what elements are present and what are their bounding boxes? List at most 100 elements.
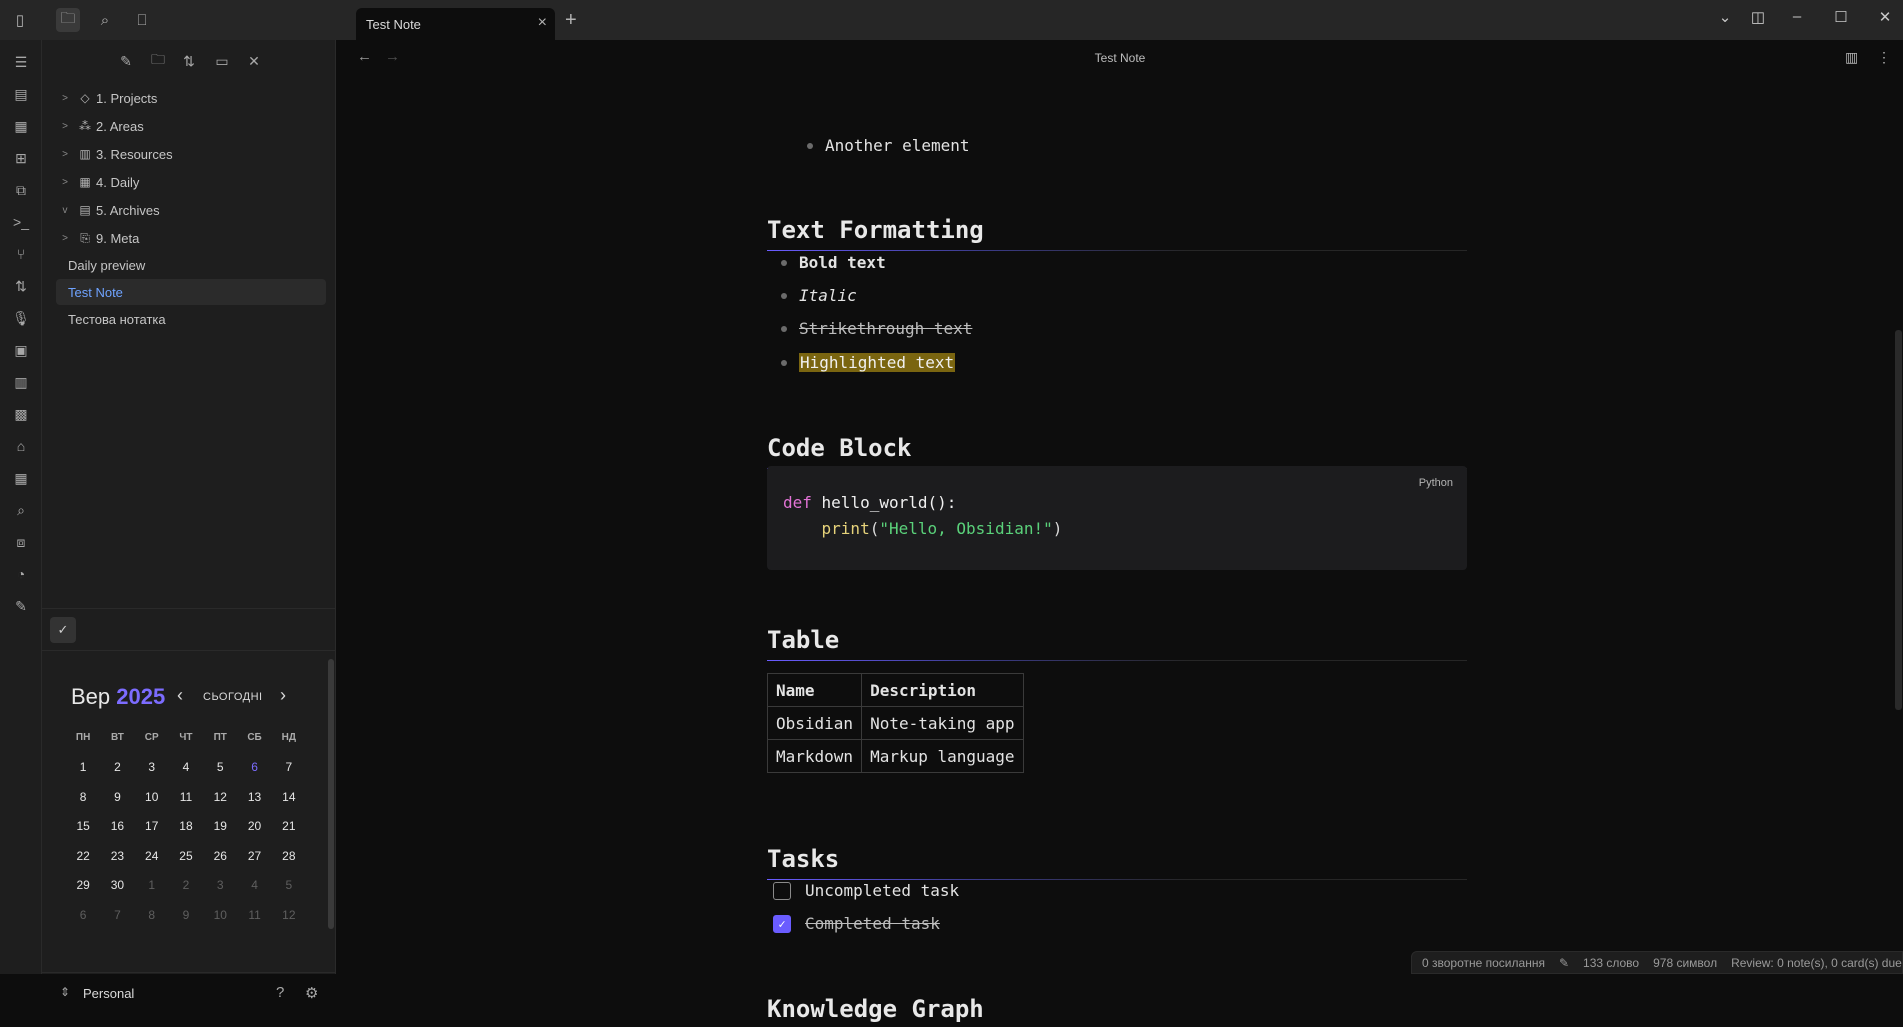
folder-resources[interactable]: > ▥ 3. Resources [56, 142, 326, 166]
calendar-day[interactable]: 14 [272, 790, 306, 804]
calendar-day[interactable]: 5 [272, 878, 306, 892]
graph-icon[interactable]: ⑂ [9, 242, 33, 266]
tools-icon[interactable]: ✎ [9, 594, 33, 618]
calendar-day[interactable]: 20 [237, 819, 271, 833]
terminal-icon[interactable]: >_ [9, 210, 33, 234]
calendar-day[interactable]: 27 [237, 849, 271, 863]
reading-view-icon[interactable]: ▥ [1845, 49, 1858, 66]
new-note-icon[interactable]: ✎ [115, 50, 137, 72]
vault-name[interactable]: Personal [83, 986, 134, 1001]
calendar-check-icon[interactable]: ✓ [50, 617, 76, 643]
calendar-day[interactable]: 8 [135, 908, 169, 922]
calendar-day[interactable]: 4 [237, 878, 271, 892]
new-folder-icon[interactable]: 🗀 [147, 50, 169, 72]
calendar-day[interactable]: 17 [135, 819, 169, 833]
calendar-day[interactable]: 9 [100, 790, 134, 804]
calendar-day[interactable]: 6 [237, 760, 271, 774]
calendar-day[interactable]: 7 [100, 908, 134, 922]
calendar-day[interactable]: 26 [203, 849, 237, 863]
calendar-day[interactable]: 13 [237, 790, 271, 804]
sidebar-toggle-icon[interactable]: ▯ [8, 8, 32, 32]
today-button[interactable]: СЬОГОДНІ [203, 691, 263, 703]
dashboard-icon[interactable]: ☰ [9, 50, 33, 74]
grid-icon[interactable]: ⊞ [9, 146, 33, 170]
home-icon[interactable]: ⌂ [9, 434, 33, 458]
review-status[interactable]: Review: 0 note(s), 0 card(s) due [1731, 956, 1902, 970]
editor-scrollbar[interactable] [1895, 330, 1902, 710]
new-tab-icon[interactable]: + [565, 9, 577, 32]
tab-test-note[interactable]: Test Note × [356, 8, 555, 40]
book-icon[interactable]: ▥ [9, 370, 33, 394]
close-icon[interactable]: × [538, 14, 547, 32]
calendar-day[interactable]: 30 [100, 878, 134, 892]
sort-icon[interactable]: ⇅ [178, 50, 200, 72]
bookmark-icon[interactable]: ⎕ [130, 8, 154, 32]
calendar-day[interactable]: 22 [66, 849, 100, 863]
collapse-all-icon[interactable]: ✕ [243, 50, 265, 72]
calendar-day[interactable]: 10 [203, 908, 237, 922]
sort-icon[interactable]: ⇅ [9, 274, 33, 298]
calendar-day[interactable]: 8 [66, 790, 100, 804]
chevron-right-icon[interactable]: › [280, 685, 286, 706]
calendar-day[interactable]: 12 [203, 790, 237, 804]
calendar-day[interactable]: 1 [135, 878, 169, 892]
calendar-day[interactable]: 21 [272, 819, 306, 833]
file-test-note-ua[interactable]: Тестова нотатка [56, 306, 326, 332]
flashcards-icon[interactable]: ▩ [9, 402, 33, 426]
edit-pencil-icon[interactable]: ✎ [1559, 956, 1569, 970]
task-checkbox-checked[interactable]: ✓ [773, 914, 791, 933]
calendar-day[interactable]: 23 [100, 849, 134, 863]
calendar-day[interactable]: 29 [66, 878, 100, 892]
calendar-day[interactable]: 4 [169, 760, 203, 774]
note-title[interactable]: Test Note [337, 51, 1903, 65]
calendar-day[interactable]: 7 [272, 760, 306, 774]
calendar-day[interactable]: 9 [169, 908, 203, 922]
calendar-day[interactable]: 28 [272, 849, 306, 863]
gallery-icon[interactable]: ⧈ [9, 530, 33, 554]
help-icon[interactable]: ? [276, 984, 284, 1001]
calendar-day[interactable]: 18 [169, 819, 203, 833]
calendar-day[interactable]: 19 [203, 819, 237, 833]
search-icon[interactable]: ⌕ [9, 498, 33, 522]
calendar-day[interactable]: 16 [100, 819, 134, 833]
calendar-day[interactable]: 1 [66, 760, 100, 774]
calendar-day[interactable]: 15 [66, 819, 100, 833]
search-icon[interactable]: ⌕ [93, 8, 117, 32]
calendar-day[interactable]: 12 [272, 908, 306, 922]
folder-meta[interactable]: > ⎘ 9. Meta [56, 226, 326, 250]
microphone-icon[interactable]: 🎙 [9, 306, 33, 330]
code-block[interactable]: Python def hello_world(): print("Hello, … [767, 466, 1467, 570]
calendar-day[interactable]: 11 [237, 908, 271, 922]
folder-areas[interactable]: > ⁂ 2. Areas [56, 114, 326, 138]
gauge-icon[interactable]: ◔ [9, 562, 33, 586]
maximize-icon[interactable]: ☐ [1826, 8, 1856, 26]
gear-icon[interactable]: ⚙ [305, 984, 318, 1002]
folder-daily[interactable]: > ▦ 4. Daily [56, 170, 326, 194]
folder-icon[interactable]: 🗀 [56, 8, 80, 32]
copy-icon[interactable]: ⧉ [9, 178, 33, 202]
calendar-day[interactable]: 2 [100, 760, 134, 774]
calendar-day[interactable]: 3 [203, 878, 237, 892]
calendar-day[interactable]: 2 [169, 878, 203, 892]
chevron-down-icon[interactable]: ⌄ [1710, 8, 1740, 26]
calendar-icon[interactable]: ▦ [9, 114, 33, 138]
close-window-icon[interactable]: ✕ [1870, 8, 1900, 26]
calendar-scrollbar[interactable] [328, 659, 334, 929]
minimize-icon[interactable]: – [1782, 8, 1812, 25]
folder-projects[interactable]: > ◇ 1. Projects [56, 86, 326, 110]
more-options-icon[interactable]: ⋮ [1877, 49, 1891, 66]
chevron-left-icon[interactable]: ‹ [177, 685, 183, 706]
file-test-note[interactable]: Test Note [56, 279, 326, 305]
calendar-day[interactable]: 6 [66, 908, 100, 922]
backlinks-count[interactable]: 0 зворотне посилання [1422, 956, 1545, 970]
collapse-view-icon[interactable]: ▭ [211, 50, 233, 72]
table-icon[interactable]: ▦ [9, 466, 33, 490]
calendar-day[interactable]: 11 [169, 790, 203, 804]
layout-icon[interactable]: ▣ [9, 338, 33, 362]
folder-archives[interactable]: v ▤ 5. Archives [56, 198, 326, 222]
file-daily-preview[interactable]: Daily preview [56, 252, 326, 278]
calendar-day[interactable]: 25 [169, 849, 203, 863]
file-icon[interactable]: ▤ [9, 82, 33, 106]
calendar-day[interactable]: 5 [203, 760, 237, 774]
task-checkbox[interactable] [773, 881, 791, 900]
